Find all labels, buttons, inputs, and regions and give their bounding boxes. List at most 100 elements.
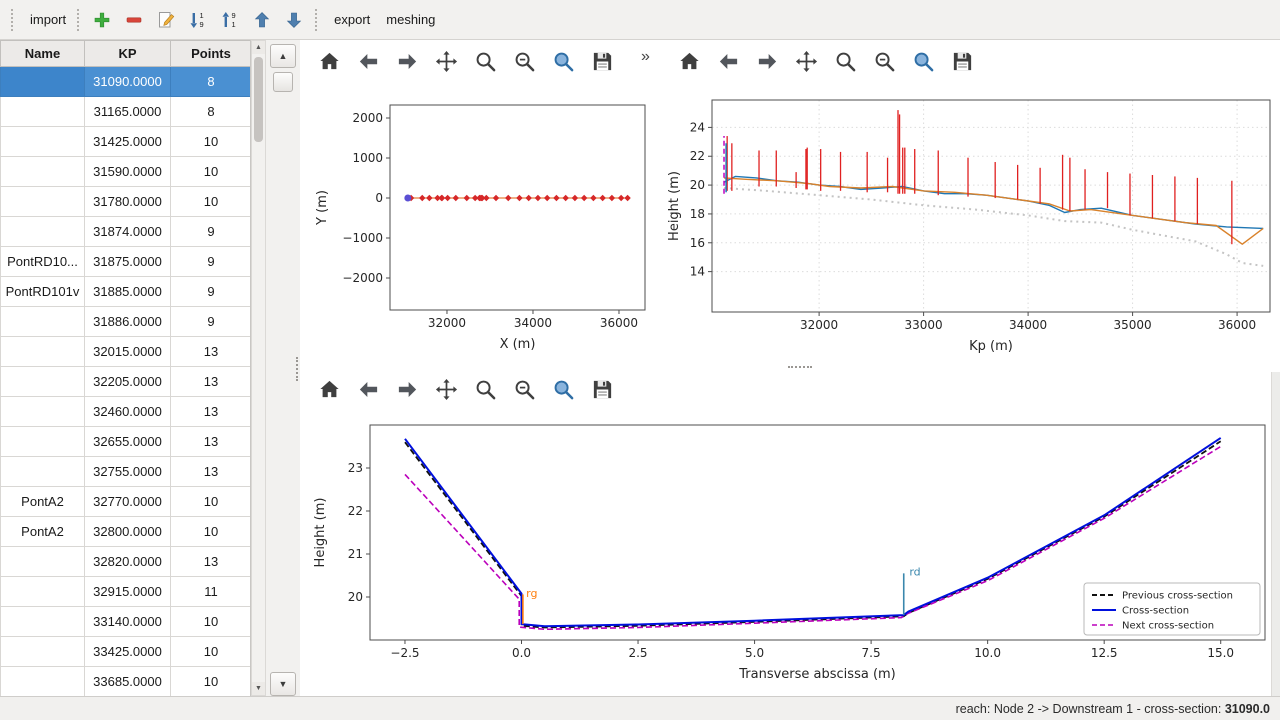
kp-cell[interactable]: 32655.0000 [85, 427, 171, 457]
table-row[interactable]: 32820.000013 [1, 547, 252, 577]
name-cell[interactable] [1, 127, 85, 157]
points-cell[interactable]: 10 [171, 487, 252, 517]
kp-cell[interactable]: 32770.0000 [85, 487, 171, 517]
table-row[interactable]: 31425.000010 [1, 127, 252, 157]
points-cell[interactable]: 9 [171, 217, 252, 247]
points-cell[interactable]: 10 [171, 637, 252, 667]
kp-cell[interactable]: 31590.0000 [85, 157, 171, 187]
kp-cell[interactable]: 31875.0000 [85, 247, 171, 277]
name-cell[interactable] [1, 547, 85, 577]
vertical-splitter-handle[interactable] [296, 357, 300, 381]
name-cell[interactable] [1, 157, 85, 187]
edit-button[interactable] [152, 6, 180, 34]
kp-cell[interactable]: 31886.0000 [85, 307, 171, 337]
table-row[interactable]: PontA232770.000010 [1, 487, 252, 517]
kp-cell[interactable]: 31874.0000 [85, 217, 171, 247]
name-cell[interactable] [1, 337, 85, 367]
cross-section-canvas[interactable]: rgrd−2.50.02.55.07.510.012.515.020212223… [300, 410, 1280, 696]
longitudinal-profile-canvas[interactable]: 3200033000340003500036000141618202224Kp … [660, 85, 1280, 365]
kp-cell[interactable]: 31885.0000 [85, 277, 171, 307]
table-row[interactable]: 31886.00009 [1, 307, 252, 337]
name-cell[interactable] [1, 367, 85, 397]
zoom-button[interactable] [468, 372, 502, 406]
table-row[interactable]: 33140.000010 [1, 607, 252, 637]
name-cell[interactable] [1, 97, 85, 127]
table-row[interactable]: 32915.000011 [1, 577, 252, 607]
forward-button[interactable] [390, 372, 424, 406]
points-cell[interactable]: 10 [171, 127, 252, 157]
points-cell[interactable]: 13 [171, 427, 252, 457]
scrollbar-thumb[interactable] [254, 57, 263, 142]
xy-plot-canvas[interactable]: 320003400036000−2000−1000010002000X (m)Y… [300, 85, 660, 365]
save-button[interactable] [585, 372, 619, 406]
points-cell[interactable]: 10 [171, 157, 252, 187]
toolbar-grip[interactable] [77, 9, 81, 31]
home-button[interactable] [312, 372, 346, 406]
points-cell[interactable]: 13 [171, 457, 252, 487]
points-cell[interactable]: 9 [171, 247, 252, 277]
kp-cell[interactable]: 33425.0000 [85, 637, 171, 667]
kp-cell[interactable]: 32205.0000 [85, 367, 171, 397]
toolbar-grip[interactable] [11, 9, 15, 31]
kp-cell[interactable]: 32015.0000 [85, 337, 171, 367]
table-row[interactable]: 33685.000010 [1, 667, 252, 697]
back-button[interactable] [351, 372, 385, 406]
scroll-up-arrow-icon[interactable]: ▲ [252, 41, 265, 54]
name-cell[interactable] [1, 457, 85, 487]
table-row[interactable]: 31090.00008 [1, 67, 252, 97]
table-row[interactable]: 32460.000013 [1, 397, 252, 427]
zoom-out-button[interactable] [867, 44, 901, 78]
name-cell[interactable]: PontA2 [1, 517, 85, 547]
points-cell[interactable]: 13 [171, 337, 252, 367]
kp-cell[interactable]: 31090.0000 [85, 67, 171, 97]
toolbar-grip[interactable] [315, 9, 319, 31]
name-cell[interactable] [1, 607, 85, 637]
table-row[interactable]: 32015.000013 [1, 337, 252, 367]
kp-cell[interactable]: 32460.0000 [85, 397, 171, 427]
zoom-button[interactable] [828, 44, 862, 78]
move-up-button[interactable] [248, 6, 276, 34]
table-row[interactable]: PontA232800.000010 [1, 517, 252, 547]
name-cell[interactable]: PontA2 [1, 487, 85, 517]
kp-cell[interactable]: 32800.0000 [85, 517, 171, 547]
remove-button[interactable] [120, 6, 148, 34]
zoom-full-button[interactable] [546, 372, 580, 406]
points-cell[interactable]: 9 [171, 307, 252, 337]
name-cell[interactable] [1, 187, 85, 217]
points-cell[interactable]: 10 [171, 607, 252, 637]
points-cell[interactable]: 13 [171, 367, 252, 397]
points-cell[interactable]: 10 [171, 517, 252, 547]
name-cell[interactable]: PontRD10... [1, 247, 85, 277]
kp-cell[interactable]: 31165.0000 [85, 97, 171, 127]
home-button[interactable] [672, 44, 706, 78]
back-button[interactable] [711, 44, 745, 78]
name-cell[interactable] [1, 397, 85, 427]
kp-cell[interactable]: 33685.0000 [85, 667, 171, 697]
name-cell[interactable] [1, 427, 85, 457]
kp-cell[interactable]: 32820.0000 [85, 547, 171, 577]
menu-meshing[interactable]: meshing [378, 7, 443, 32]
points-cell[interactable]: 10 [171, 187, 252, 217]
pan-button[interactable] [429, 44, 463, 78]
table-row[interactable]: 31780.000010 [1, 187, 252, 217]
name-cell[interactable] [1, 637, 85, 667]
name-cell[interactable] [1, 577, 85, 607]
pan-button[interactable] [789, 44, 823, 78]
points-cell[interactable]: 13 [171, 397, 252, 427]
save-button[interactable] [945, 44, 979, 78]
table-row[interactable]: 32655.000013 [1, 427, 252, 457]
column-header-name[interactable]: Name [1, 41, 85, 67]
zoom-full-button[interactable] [906, 44, 940, 78]
table-row[interactable]: 31874.00009 [1, 217, 252, 247]
points-cell[interactable]: 11 [171, 577, 252, 607]
table-scrollbar[interactable]: ▲ ▼ [251, 40, 266, 696]
table-row[interactable]: PontRD10...31875.00009 [1, 247, 252, 277]
zoom-button[interactable] [468, 44, 502, 78]
toolbar-overflow-button[interactable]: » [641, 48, 650, 66]
table-row[interactable]: 31590.000010 [1, 157, 252, 187]
points-cell[interactable]: 8 [171, 97, 252, 127]
column-header-points[interactable]: Points [171, 41, 252, 67]
table-row[interactable]: 32205.000013 [1, 367, 252, 397]
horizontal-splitter-handle[interactable] [788, 366, 812, 370]
name-cell[interactable] [1, 67, 85, 97]
